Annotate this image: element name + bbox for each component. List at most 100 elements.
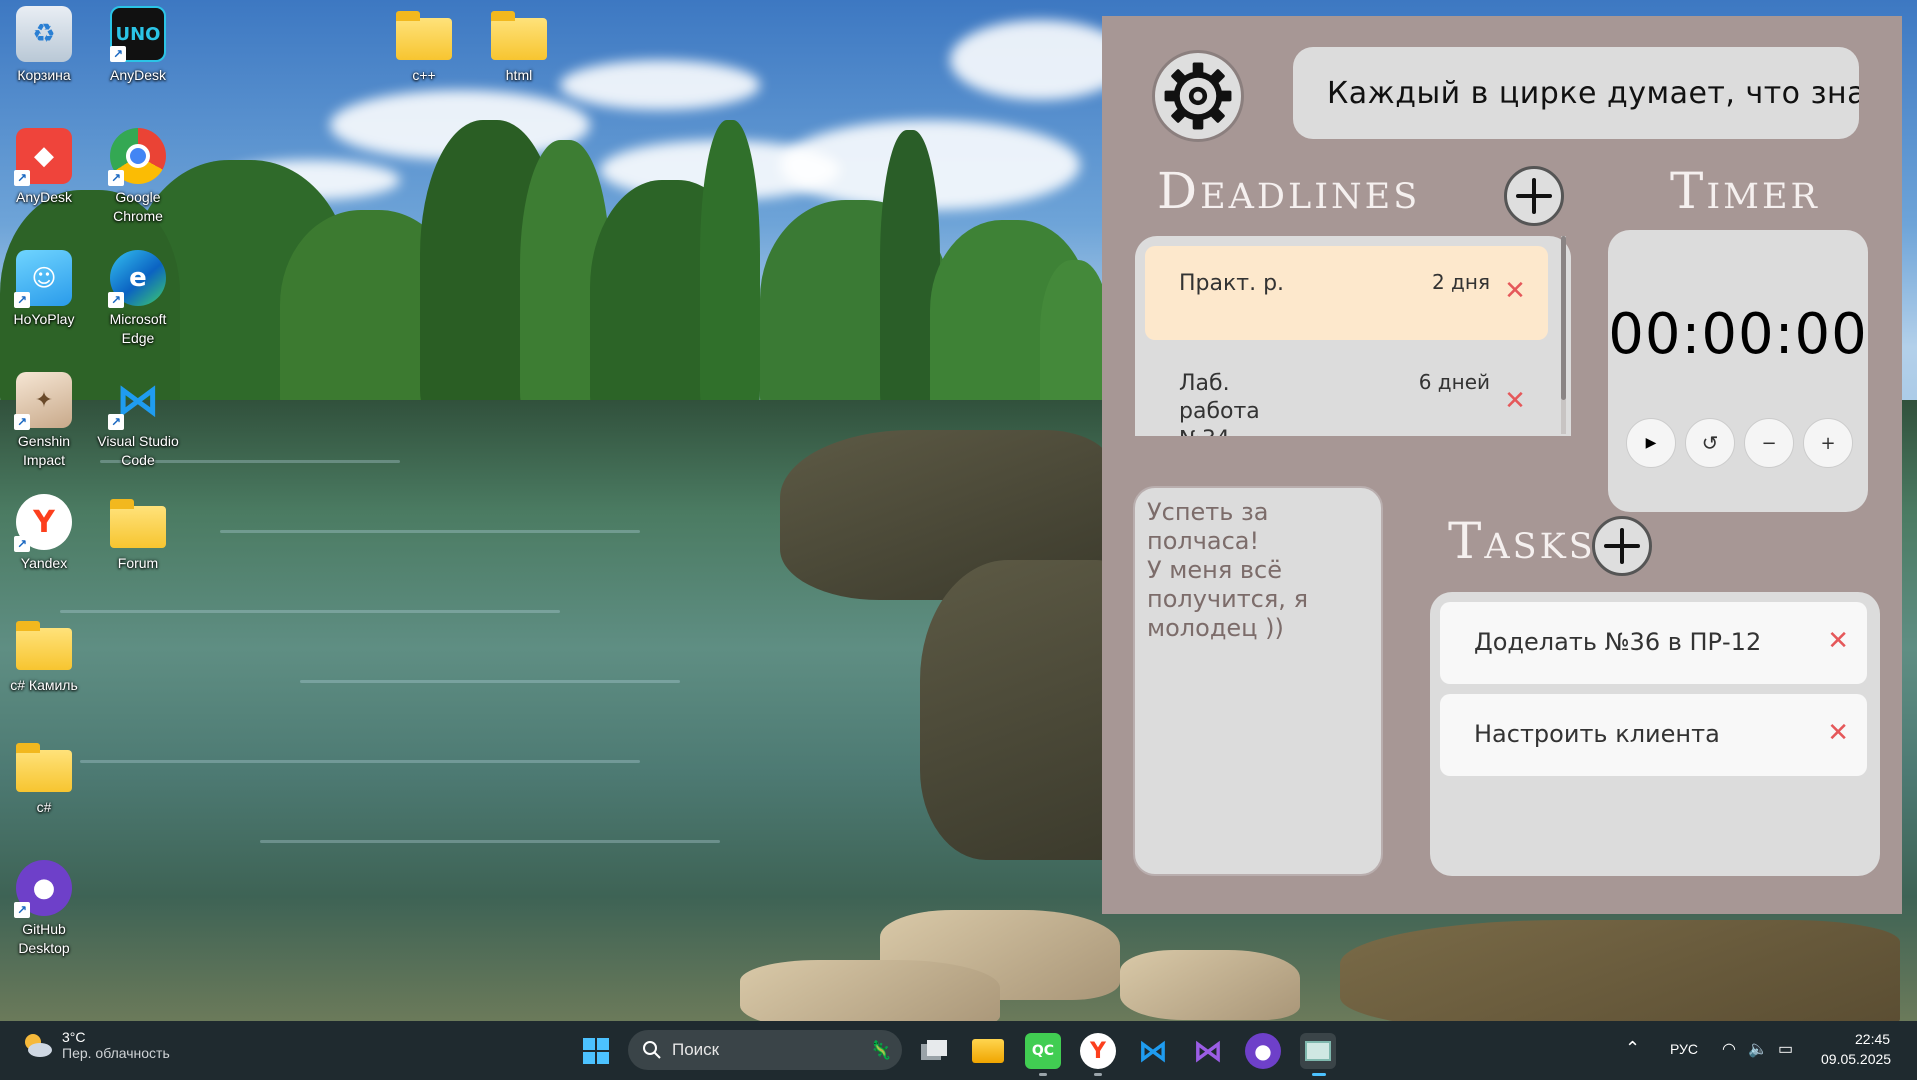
task-text: Настроить клиента xyxy=(1474,720,1720,748)
desktop-icon-html-folder[interactable]: html xyxy=(473,6,565,85)
timer-display: 00:00:00 xyxy=(1608,302,1868,367)
delete-deadline-button[interactable]: ✕ xyxy=(1504,388,1526,414)
planner-app-icon xyxy=(1305,1041,1331,1061)
desktop-icon-anydesk-top[interactable]: UNO ↗ AnyDesk xyxy=(92,6,184,85)
timer-title: Timer xyxy=(1670,162,1820,220)
chameleon-icon: 🦎 xyxy=(869,1039,892,1060)
deadline-days-left: 6 дней xyxy=(1418,370,1490,394)
yandex-browser-button[interactable]: Y xyxy=(1080,1033,1116,1069)
vscode-button[interactable]: ⋈ xyxy=(1135,1033,1171,1069)
genshin-icon: ✦ ↗ xyxy=(14,372,72,430)
task-text: Доделать №36 в ПР-12 xyxy=(1474,628,1762,656)
add-task-button[interactable] xyxy=(1592,516,1652,576)
timer-reset-button[interactable]: ↺ xyxy=(1685,418,1735,468)
notes-textarea[interactable]: Успеть за полчаса! У меня всё получится,… xyxy=(1133,486,1383,876)
weather-description: Пер. облачность xyxy=(62,1045,170,1061)
qt-creator-button[interactable]: QC xyxy=(1025,1033,1061,1069)
plus-icon xyxy=(1604,528,1640,564)
tasks-list[interactable]: Доделать №36 в ПР-12 ✕ Настроить клиента… xyxy=(1430,592,1880,876)
folder-icon xyxy=(16,616,72,672)
add-deadline-button[interactable] xyxy=(1504,166,1564,226)
timer-panel: 00:00:00 ▶ ↺ − + xyxy=(1608,230,1868,512)
desktop-icon-cpp-folder[interactable]: c++ xyxy=(378,6,470,85)
desktop-icon-anydesk[interactable]: ◆ ↗ AnyDesk xyxy=(0,128,90,207)
desktop-icon-genshin-impact[interactable]: ✦ ↗ Genshin Impact xyxy=(0,372,90,470)
volume-icon[interactable]: 🔈 xyxy=(1748,1039,1768,1059)
desktop-icon-yandex[interactable]: Y ↗ Yandex xyxy=(0,494,90,573)
settings-button[interactable] xyxy=(1152,50,1244,142)
deadlines-title: Deadlines xyxy=(1157,162,1421,220)
deadline-name: Лаб. работа №34 xyxy=(1179,371,1260,436)
network-icon[interactable]: ◠ xyxy=(1722,1039,1736,1059)
hoyoplay-icon: ☺ ↗ xyxy=(14,250,72,308)
folder-icon xyxy=(16,738,72,794)
file-explorer-icon xyxy=(972,1039,1004,1063)
desktop-icon-csharp-kamil-folder[interactable]: c# Камиль xyxy=(0,616,90,695)
desktop-icon-forum-folder[interactable]: Forum xyxy=(92,494,184,573)
clock-date[interactable]: 09.05.2025 xyxy=(1821,1051,1891,1067)
planner-app-button[interactable] xyxy=(1300,1033,1336,1069)
quote-banner: Каждый в цирке думает, что знает… xyxy=(1293,47,1859,139)
vscode-icon: ⋈ ↗ xyxy=(108,372,166,430)
desktop-icon-github-desktop[interactable]: ● ↗ GitHub Desktop xyxy=(0,860,90,958)
yandex-icon: Y ↗ xyxy=(14,494,72,552)
weather-temperature: 3°C xyxy=(62,1029,86,1045)
chrome-icon: ↗ xyxy=(108,128,166,186)
task-view-button[interactable] xyxy=(916,1033,952,1069)
task-item[interactable]: Доделать №36 в ПР-12 ✕ xyxy=(1440,602,1867,684)
tasks-title: Tasks xyxy=(1448,512,1596,570)
delete-task-button[interactable]: ✕ xyxy=(1827,720,1849,746)
deadline-item[interactable]: Практ. р. 2 дня ✕ xyxy=(1145,246,1548,340)
deadlines-list[interactable]: Практ. р. 2 дня ✕ Лаб. работа №34 6 дней… xyxy=(1135,236,1571,436)
folder-icon xyxy=(110,494,166,550)
task-view-icon xyxy=(921,1040,947,1060)
desktop-icon-recycle-bin[interactable]: ♻ Корзина xyxy=(0,6,90,85)
plus-icon xyxy=(1516,178,1552,214)
recycle-bin-icon: ♻ xyxy=(16,6,72,62)
yandex-icon: Y xyxy=(1090,1038,1106,1064)
taskbar-search[interactable]: Поиск 🦎 xyxy=(628,1030,902,1070)
github-icon: ● xyxy=(1254,1039,1272,1063)
desktop-icon-vscode[interactable]: ⋈ ↗ Visual Studio Code xyxy=(92,372,184,470)
timer-decrease-button[interactable]: − xyxy=(1744,418,1794,468)
delete-task-button[interactable]: ✕ xyxy=(1827,628,1849,654)
running-indicator xyxy=(1039,1073,1047,1076)
deadline-item[interactable]: Лаб. работа №34 6 дней ✕ xyxy=(1145,346,1548,436)
timer-increase-button[interactable]: + xyxy=(1803,418,1853,468)
gear-icon xyxy=(1164,62,1232,130)
active-indicator xyxy=(1312,1073,1326,1076)
github-desktop-button[interactable]: ● xyxy=(1245,1033,1281,1069)
show-hidden-icons-button[interactable]: ⌃ xyxy=(1625,1038,1640,1059)
clock-time[interactable]: 22:45 xyxy=(1855,1031,1890,1047)
deadlines-scrollbar[interactable] xyxy=(1561,236,1566,434)
desktop-icon-microsoft-edge[interactable]: e ↗ Microsoft Edge xyxy=(92,250,184,348)
language-indicator[interactable]: РУС xyxy=(1670,1041,1698,1057)
plus-icon: + xyxy=(1820,432,1836,454)
weather-widget[interactable]: 3°C Пер. облачность xyxy=(20,1029,170,1061)
minus-icon: − xyxy=(1761,432,1777,454)
windows-icon xyxy=(583,1038,609,1064)
delete-deadline-button[interactable]: ✕ xyxy=(1504,278,1526,304)
start-button[interactable] xyxy=(578,1033,614,1069)
deadline-days-left: 2 дня xyxy=(1431,270,1490,294)
github-icon: ● ↗ xyxy=(14,860,72,918)
partly-cloudy-icon xyxy=(25,1034,52,1057)
desktop-icon-hoyoplay[interactable]: ☺ ↗ HoYoPlay xyxy=(0,250,90,329)
task-item[interactable]: Настроить клиента ✕ xyxy=(1440,694,1867,776)
visual-studio-button[interactable]: ⋈ xyxy=(1190,1033,1226,1069)
qt-icon: QC xyxy=(1031,1043,1055,1059)
battery-icon[interactable]: ▭ xyxy=(1778,1039,1793,1059)
timer-play-button[interactable]: ▶ xyxy=(1626,418,1676,468)
notes-text: Успеть за полчаса! У меня всё получится,… xyxy=(1147,498,1309,642)
reset-icon: ↺ xyxy=(1701,431,1719,455)
deadline-name: Практ. р. xyxy=(1179,271,1285,296)
search-placeholder: Поиск xyxy=(672,1040,720,1059)
desktop-icon-csharp-folder[interactable]: c# xyxy=(0,738,90,817)
play-icon: ▶ xyxy=(1645,435,1657,451)
quote-text: Каждый в цирке думает, что знает… xyxy=(1327,75,1859,111)
folder-icon xyxy=(491,6,547,62)
desktop-icon-google-chrome[interactable]: ↗ Google Chrome xyxy=(92,128,184,226)
file-explorer-button[interactable] xyxy=(970,1033,1006,1069)
scrollbar-thumb[interactable] xyxy=(1561,236,1566,400)
anydesk-uno-icon: UNO ↗ xyxy=(110,6,166,62)
